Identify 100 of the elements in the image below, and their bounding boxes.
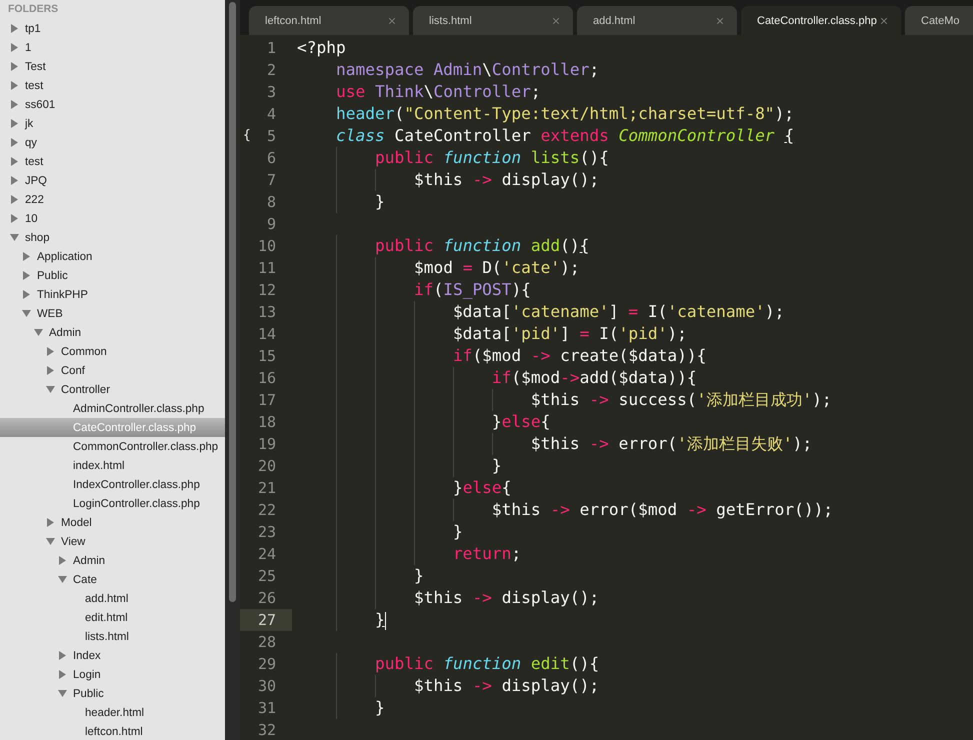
file-tab[interactable]: CateMo <box>905 6 973 35</box>
file-tab[interactable]: CateController.class.php <box>741 6 901 35</box>
close-icon[interactable] <box>879 16 889 26</box>
line-number: 25 <box>256 566 277 587</box>
line-number: 2 <box>266 60 277 81</box>
folder-item[interactable]: Admin <box>0 323 225 342</box>
expanded-triangle-icon[interactable] <box>10 233 19 242</box>
collapsed-triangle-icon[interactable] <box>22 271 31 280</box>
file-item[interactable]: AdminController.class.php <box>0 399 225 418</box>
line-number: 12 <box>256 280 277 301</box>
collapsed-triangle-icon[interactable] <box>10 138 19 147</box>
code-line: class CateController extends CommonController { <box>334 126 794 145</box>
folder-item[interactable]: ThinkPHP <box>0 285 225 304</box>
file-item[interactable]: LoginController.class.php <box>0 494 225 513</box>
scrollbar[interactable] <box>225 0 240 740</box>
expanded-triangle-icon[interactable] <box>46 537 55 546</box>
folder-item[interactable]: Controller <box>0 380 225 399</box>
folder-item[interactable]: tp1 <box>0 19 225 38</box>
scrollbar-thumb[interactable] <box>229 2 236 602</box>
code-line: $data['pid'] = I('pid'); <box>452 324 687 343</box>
collapsed-triangle-icon[interactable] <box>10 157 19 166</box>
expanded-triangle-icon[interactable] <box>22 309 31 318</box>
collapsed-triangle-icon[interactable] <box>46 347 55 356</box>
close-icon[interactable] <box>551 16 561 26</box>
folder-item[interactable]: Admin <box>0 551 225 570</box>
folder-item[interactable]: 1 <box>0 38 225 57</box>
code-line: public function lists(){ <box>374 148 609 167</box>
code-line: if($mod -> create($data)){ <box>452 346 706 365</box>
collapsed-triangle-icon[interactable] <box>10 119 19 128</box>
line-number: 19 <box>256 434 277 455</box>
fold-marker[interactable]: { <box>243 125 252 147</box>
code-line: namespace Admin\Controller; <box>334 60 600 79</box>
folder-item[interactable]: Common <box>0 342 225 361</box>
collapsed-triangle-icon[interactable] <box>10 62 19 71</box>
line-number: 23 <box>256 522 277 543</box>
code-line: $this -> display(); <box>412 588 600 607</box>
code-line: if($mod->add($data)){ <box>490 368 697 387</box>
collapsed-triangle-icon[interactable] <box>10 81 19 90</box>
line-number: 15 <box>256 346 277 367</box>
folder-item[interactable]: Cate <box>0 570 225 589</box>
file-item[interactable]: edit.html <box>0 608 225 627</box>
expanded-triangle-icon[interactable] <box>58 689 67 698</box>
folder-item[interactable]: shop <box>0 228 225 247</box>
collapsed-triangle-icon[interactable] <box>10 176 19 185</box>
folder-item[interactable]: 10 <box>0 209 225 228</box>
folder-item[interactable]: Index <box>0 646 225 665</box>
code-line: } <box>412 566 424 585</box>
collapsed-triangle-icon[interactable] <box>22 252 31 261</box>
file-tab[interactable]: lists.html <box>413 6 573 35</box>
folder-item[interactable]: Public <box>0 684 225 703</box>
collapsed-triangle-icon[interactable] <box>10 195 19 204</box>
line-number: 1 <box>266 38 277 59</box>
file-item[interactable]: IndexController.class.php <box>0 475 225 494</box>
code-line: $this -> display(); <box>412 170 600 189</box>
collapsed-triangle-icon[interactable] <box>22 290 31 299</box>
folder-item[interactable]: Login <box>0 665 225 684</box>
collapsed-triangle-icon[interactable] <box>46 366 55 375</box>
line-number: 28 <box>256 632 277 653</box>
folder-item[interactable]: WEB <box>0 304 225 323</box>
code-line: } <box>374 610 385 629</box>
folder-item[interactable]: View <box>0 532 225 551</box>
file-item[interactable]: CommonController.class.php <box>0 437 225 456</box>
collapsed-triangle-icon[interactable] <box>46 518 55 527</box>
line-number: 16 <box>256 368 277 389</box>
file-tab[interactable]: add.html <box>577 6 737 35</box>
folder-item[interactable]: jk <box>0 114 225 133</box>
folder-item[interactable]: Public <box>0 266 225 285</box>
close-icon[interactable] <box>387 16 397 26</box>
file-item[interactable]: lists.html <box>0 627 225 646</box>
file-item[interactable]: header.html <box>0 703 225 722</box>
line-number: 13 <box>256 302 277 323</box>
sidebar-title: FOLDERS <box>7 2 60 17</box>
expanded-triangle-icon[interactable] <box>58 575 67 584</box>
file-item[interactable]: leftcon.html <box>0 722 225 740</box>
folder-item[interactable]: qy <box>0 133 225 152</box>
code-line: } <box>452 522 463 541</box>
line-number: 7 <box>266 170 277 191</box>
collapsed-triangle-icon[interactable] <box>10 100 19 109</box>
folder-item[interactable]: ss601 <box>0 95 225 114</box>
file-tab[interactable]: leftcon.html <box>249 6 409 35</box>
expanded-triangle-icon[interactable] <box>46 385 55 394</box>
expanded-triangle-icon[interactable] <box>34 328 43 337</box>
folder-item[interactable]: test <box>0 76 225 95</box>
folder-item[interactable]: JPQ <box>0 171 225 190</box>
folder-item[interactable]: Conf <box>0 361 225 380</box>
folder-item[interactable]: Model <box>0 513 225 532</box>
collapsed-triangle-icon[interactable] <box>10 214 19 223</box>
collapsed-triangle-icon[interactable] <box>10 24 19 33</box>
collapsed-triangle-icon[interactable] <box>10 43 19 52</box>
collapsed-triangle-icon[interactable] <box>58 651 67 660</box>
close-icon[interactable] <box>715 16 725 26</box>
file-item[interactable]: add.html <box>0 589 225 608</box>
collapsed-triangle-icon[interactable] <box>58 556 67 565</box>
file-item[interactable]: index.html <box>0 456 225 475</box>
line-number: 11 <box>256 258 277 279</box>
folder-item[interactable]: test <box>0 152 225 171</box>
folder-item[interactable]: Application <box>0 247 225 266</box>
collapsed-triangle-icon[interactable] <box>58 670 67 679</box>
folder-item[interactable]: Test <box>0 57 225 76</box>
folder-item[interactable]: 222 <box>0 190 225 209</box>
